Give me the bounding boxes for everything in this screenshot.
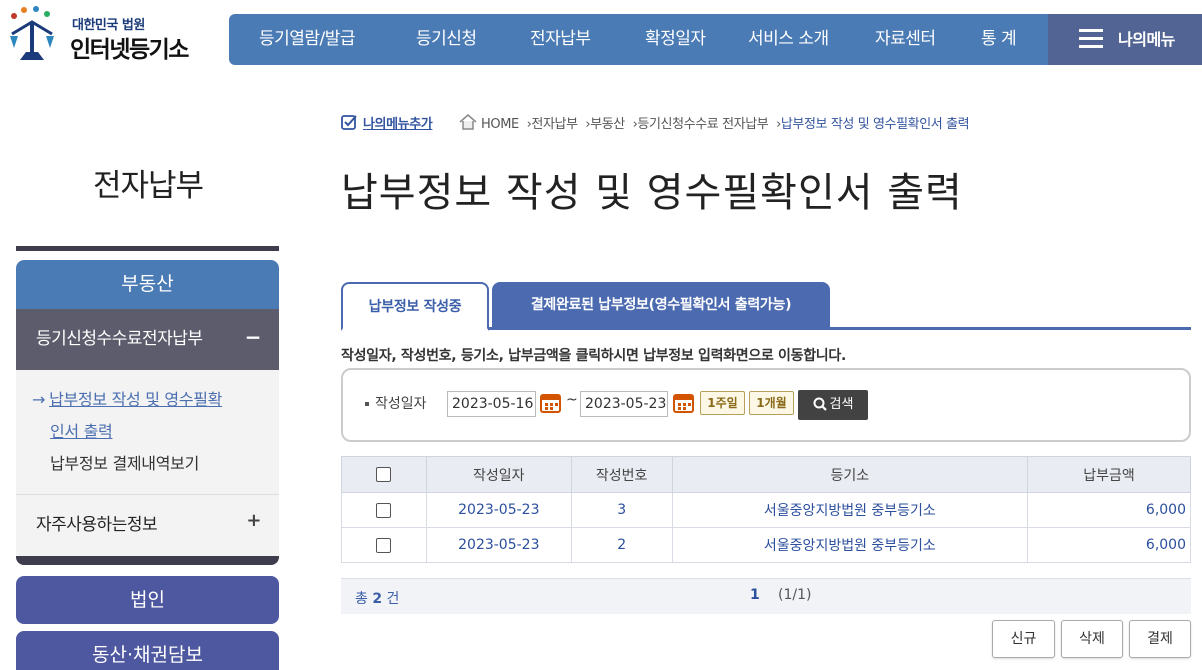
instruction-text: 작성일자, 작성번호, 등기소, 납부금액을 클릭하시면 납부정보 입력화면으로… xyxy=(341,348,846,364)
cell-office[interactable]: 서울중앙지방법원 중부등기소 xyxy=(671,492,1029,528)
search-panel: 작성일자 2023-05-16 ~ 2023-05-23 1주일 1개월 검색 xyxy=(341,368,1191,442)
new-button[interactable]: 신규 xyxy=(992,620,1055,658)
header-office: 등기소 xyxy=(671,456,1029,493)
my-menu-button[interactable]: 나의메뉴 xyxy=(1048,14,1202,65)
row-checkbox[interactable] xyxy=(376,537,392,553)
header-date: 작성일자 xyxy=(425,456,572,493)
sidebar-category-movable-collateral[interactable]: 동산·채권담보 xyxy=(16,631,279,670)
sidebar-link-write-payment-info[interactable]: → 납부정보 작성 및 영수필확 xyxy=(32,384,279,416)
cell-date[interactable]: 2023-05-23 xyxy=(425,527,572,563)
breadcrumb-home[interactable]: HOME xyxy=(481,117,519,132)
table-row: 2023-05-23 2 서울중앙지방법원 중부등기소 6,000 xyxy=(341,527,1191,563)
total-count: 총 2 건 xyxy=(355,588,399,608)
date-from-input[interactable]: 2023-05-16 xyxy=(447,391,536,417)
my-menu-label: 나의메뉴 xyxy=(1118,30,1175,49)
page-info: (1/1) xyxy=(778,587,812,603)
table-header-row: 작성일자 작성번호 등기소 납부금액 xyxy=(341,456,1191,493)
add-my-menu-label: 나의메뉴추가 xyxy=(363,117,433,132)
row-checkbox[interactable] xyxy=(376,502,392,518)
sidebar-menu: 부동산 등기신청수수료전자납부 − → 납부정보 작성 및 영수필확 인서 출력 … xyxy=(16,260,279,565)
sidebar-bottom-bar xyxy=(16,556,279,565)
select-all-checkbox[interactable] xyxy=(376,467,392,482)
breadcrumb-e-payment[interactable]: 전자납부 xyxy=(531,117,578,132)
header-number: 작성번호 xyxy=(570,456,673,493)
delete-button[interactable]: 삭제 xyxy=(1061,620,1123,658)
total-prefix: 총 xyxy=(355,591,368,607)
nav-resource-center[interactable]: 자료센터 xyxy=(875,14,936,65)
search-button[interactable]: 검색 xyxy=(798,390,868,420)
search-button-label: 검색 xyxy=(829,397,854,412)
sidebar-category-real-estate[interactable]: 부동산 xyxy=(16,260,279,309)
sidebar-divider xyxy=(16,246,279,251)
sidebar-link-label-line2: 인서 출력 xyxy=(50,422,113,441)
checkbox-check-icon xyxy=(341,115,357,130)
row-select-cell xyxy=(341,492,427,528)
header-amount: 납부금액 xyxy=(1027,456,1191,493)
table-row: 2023-05-23 3 서울중앙지방법원 중부등기소 6,000 xyxy=(341,492,1191,528)
search-icon xyxy=(813,397,827,411)
sidebar-link-label: 납부정보 결제내역보기 xyxy=(50,454,199,473)
sidebar-links: → 납부정보 작성 및 영수필확 인서 출력 납부정보 결제내역보기 xyxy=(16,370,279,495)
pay-button[interactable]: 결제 xyxy=(1129,620,1191,658)
header-select-all xyxy=(341,456,427,493)
court-emblem-icon xyxy=(10,6,54,60)
breadcrumb-real-estate[interactable]: 부동산 xyxy=(590,117,625,132)
nav-registry-view[interactable]: 등기열람/발급 xyxy=(259,14,356,65)
sidebar-submenu-label: 등기신청수수료전자납부 xyxy=(36,329,203,349)
hamburger-icon xyxy=(1079,29,1103,49)
home-icon xyxy=(459,114,477,130)
sidebar-category-corporation[interactable]: 법인 xyxy=(16,576,279,624)
one-month-button[interactable]: 1개월 xyxy=(749,391,794,415)
date-filter-label: 작성일자 xyxy=(365,393,427,413)
sidebar-submenu-fee-payment[interactable]: 등기신청수수료전자납부 − xyxy=(16,309,279,370)
tab-bar: 납부정보 작성중 결제완료된 납부정보(영수필확인서 출력가능) xyxy=(341,282,1191,331)
sidebar-link-label-line1: 납부정보 작성 및 영수필확 xyxy=(49,390,223,409)
calendar-icon[interactable] xyxy=(673,392,694,413)
cell-number[interactable]: 3 xyxy=(570,492,673,528)
breadcrumb-fee-payment[interactable]: 등기신청수수료 전자납부 xyxy=(637,117,768,132)
total-suffix: 건 xyxy=(386,591,400,607)
cell-amount[interactable]: 6,000 xyxy=(1027,527,1191,563)
arrow-right-icon: → xyxy=(32,390,46,409)
global-nav: 등기열람/발급 등기신청 전자납부 확정일자 서비스 소개 자료센터 통 계 xyxy=(229,14,1049,65)
payment-info-table: 작성일자 작성번호 등기소 납부금액 2023-05-23 3 서울중앙지방법원… xyxy=(341,456,1191,563)
tab-completed[interactable]: 결제완료된 납부정보(영수필확인서 출력가능) xyxy=(492,282,830,328)
sidebar-favorites[interactable]: 자주사용하는정보 + xyxy=(16,495,279,555)
sidebar-title: 전자납부 xyxy=(92,168,204,204)
nav-e-payment[interactable]: 전자납부 xyxy=(530,14,591,65)
expand-icon[interactable]: + xyxy=(246,491,261,551)
range-separator: ~ xyxy=(566,392,578,408)
row-select-cell xyxy=(341,527,427,563)
nav-registry-apply[interactable]: 등기신청 xyxy=(416,14,477,65)
sidebar-link-write-payment-info-cont[interactable]: 인서 출력 xyxy=(32,416,279,448)
date-to-input[interactable]: 2023-05-23 xyxy=(580,391,668,417)
sidebar-link-payment-history[interactable]: 납부정보 결제내역보기 xyxy=(32,448,279,480)
cell-date[interactable]: 2023-05-23 xyxy=(425,492,572,528)
date-filter-label-text: 작성일자 xyxy=(375,396,427,412)
cell-office[interactable]: 서울중앙지방법원 중부등기소 xyxy=(671,527,1029,563)
bullet-icon xyxy=(365,402,369,406)
breadcrumb-current: 납부정보 작성 및 영수필확인서 출력 xyxy=(780,117,970,132)
pagination-bar: 총 2 건 1 (1/1) xyxy=(341,578,1191,614)
page-link-current[interactable]: 1 xyxy=(750,587,760,603)
add-my-menu-link[interactable]: 나의메뉴추가 xyxy=(341,113,433,132)
nav-statistics[interactable]: 통 계 xyxy=(981,14,1017,65)
breadcrumb-trail: HOME ›전자납부 ›부동산 ›등기신청수수료 전자납부 ›납부정보 작성 및… xyxy=(459,113,970,132)
tab-writing[interactable]: 납부정보 작성중 xyxy=(341,282,489,331)
total-number: 2 xyxy=(372,591,383,607)
nav-fixed-date[interactable]: 확정일자 xyxy=(645,14,706,65)
cell-amount[interactable]: 6,000 xyxy=(1027,492,1191,528)
favorites-label: 자주사용하는정보 xyxy=(36,515,158,535)
nav-service-intro[interactable]: 서비스 소개 xyxy=(748,14,829,65)
cell-number[interactable]: 2 xyxy=(570,527,673,563)
court-logo[interactable]: 대한민국 법원 인터넷등기소 xyxy=(0,0,228,70)
page-title: 납부정보 작성 및 영수필확인서 출력 xyxy=(341,170,963,216)
one-week-button[interactable]: 1주일 xyxy=(700,391,745,415)
logo-title: 인터넷등기소 xyxy=(70,37,189,63)
calendar-icon[interactable] xyxy=(540,392,561,413)
collapse-icon[interactable]: − xyxy=(245,307,262,368)
